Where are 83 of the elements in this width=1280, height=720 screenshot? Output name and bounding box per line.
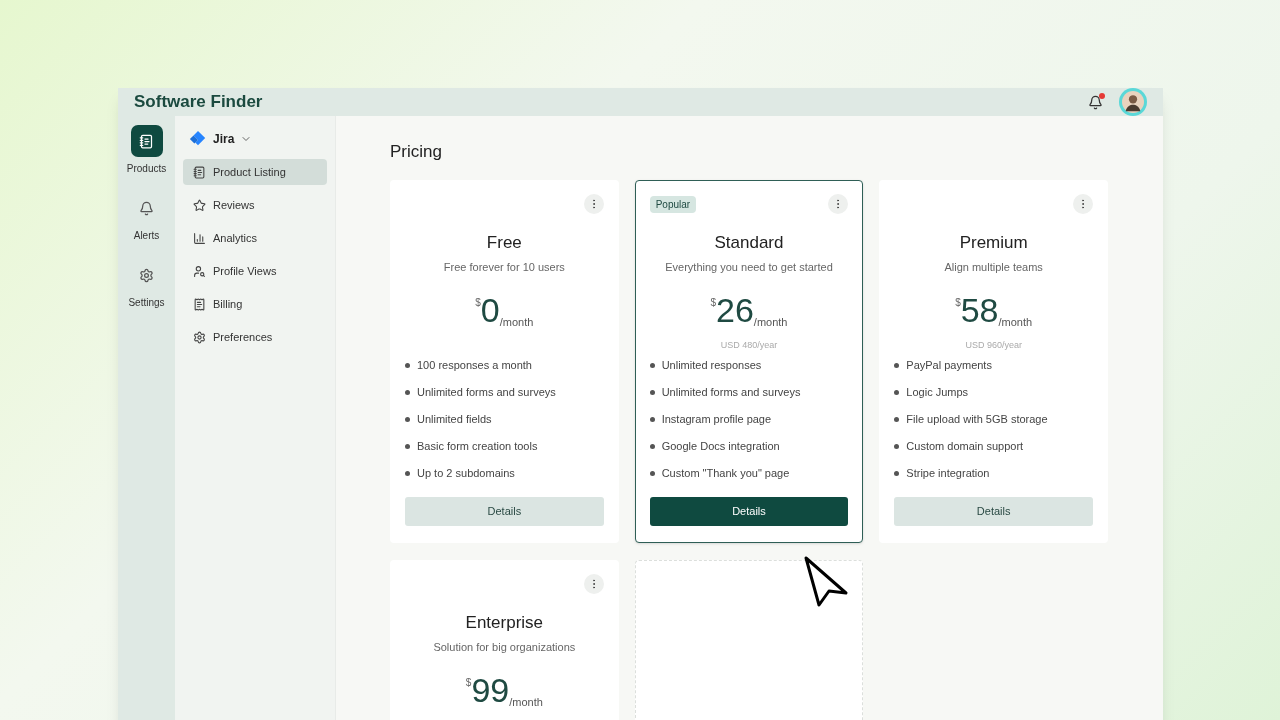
star-icon	[193, 198, 206, 212]
nav-item[interactable]: Reviews	[183, 192, 327, 218]
feature-text: 100 responses a month	[417, 358, 532, 373]
bullet-icon	[405, 416, 410, 422]
currency-symbol: $	[465, 676, 472, 688]
rail-item[interactable]: Settings	[128, 259, 165, 310]
feature-text: Instagram profile page	[661, 412, 772, 427]
feature-text: Custom domain support	[906, 439, 1024, 454]
currency-symbol: $	[955, 296, 961, 308]
feature-text: Up to 2 subdomains	[417, 466, 515, 481]
currency-symbol: $	[710, 296, 717, 308]
details-button[interactable]: Details	[649, 497, 849, 526]
plan-description: Align multiple teams	[944, 259, 1043, 275]
bullet-icon	[894, 443, 900, 449]
bullet-icon	[649, 389, 655, 395]
feature-text: Custom "Thank you" page	[661, 466, 790, 481]
document-icon	[139, 133, 154, 149]
nav-item[interactable]: Preferences	[183, 324, 327, 350]
bullet-icon	[405, 470, 410, 476]
feature-text: Unlimited responses	[661, 358, 762, 373]
bullet-icon	[405, 443, 410, 449]
more-options-button[interactable]	[583, 194, 604, 214]
plan-price: 58	[960, 290, 999, 331]
bullet-icon	[649, 416, 655, 422]
nav-item[interactable]: Analytics	[183, 225, 327, 251]
details-button[interactable]: Details	[894, 497, 1093, 526]
bullet-icon	[894, 470, 900, 476]
feature-text: Unlimited fields	[417, 412, 492, 427]
bar-chart-icon	[193, 231, 206, 245]
price-period: /month	[499, 316, 534, 330]
feature-text: Unlimited forms and surveys	[417, 385, 556, 400]
bullet-icon	[405, 389, 410, 395]
feature-text: File upload with 5GB storage	[906, 412, 1048, 427]
plan-description: Solution for big organizations	[433, 639, 576, 655]
plan-description: Free forever for 10 users	[443, 259, 565, 275]
yearly-price: USD 960/year	[965, 340, 1022, 350]
logo: Software Finder	[134, 91, 263, 114]
bullet-icon	[649, 470, 655, 476]
page-title: Pricing	[390, 141, 443, 163]
feature-text: Google Docs integration	[661, 439, 780, 454]
document-icon	[193, 165, 206, 179]
settings-icon	[193, 330, 206, 344]
bullet-icon	[649, 443, 655, 449]
feature-text: Logic Jumps	[906, 385, 969, 400]
plan-name: Enterprise	[465, 612, 544, 634]
plan-name: Premium	[959, 232, 1028, 254]
plan-description: Everything you need to get started	[665, 259, 833, 275]
bullet-icon	[405, 362, 410, 368]
product-logo-icon	[189, 130, 207, 148]
more-options-button[interactable]	[828, 194, 849, 214]
plan-price: 26	[716, 290, 754, 331]
feature-text: Basic form creation tools	[417, 439, 538, 454]
more-options-button[interactable]	[583, 574, 604, 594]
user-search-icon	[193, 264, 206, 278]
price-period: /month	[753, 316, 788, 330]
user-avatar[interactable]	[1119, 88, 1147, 116]
receipt-icon	[193, 297, 206, 311]
price-period: /month	[998, 316, 1033, 330]
nav-item[interactable]: Billing	[183, 291, 327, 317]
popular-badge: Popular	[649, 195, 697, 213]
nav-item[interactable]: Profile Views	[183, 258, 327, 284]
plan-name: Standard	[714, 232, 784, 254]
notifications-button[interactable]	[1088, 94, 1103, 110]
plan-name: Free	[486, 232, 522, 254]
feature-text: Stripe integration	[906, 466, 990, 481]
bullet-icon	[894, 416, 900, 422]
currency-symbol: $	[475, 296, 481, 308]
nav-item[interactable]: Product Listing	[183, 159, 327, 185]
bell-icon	[139, 200, 154, 216]
plan-price: 99	[471, 670, 510, 711]
rail-item[interactable]: Alerts	[130, 192, 163, 243]
bullet-icon	[649, 362, 655, 368]
feature-text: PayPal payments	[906, 358, 992, 373]
plan-price: 0	[480, 290, 500, 331]
feature-text: Unlimited forms and surveys	[661, 385, 801, 400]
details-button[interactable]: Details	[405, 497, 604, 526]
yearly-price: USD 480/year	[720, 340, 778, 350]
settings-icon	[139, 267, 154, 283]
bullet-icon	[894, 389, 900, 395]
bullet-icon	[894, 362, 900, 368]
price-period: /month	[509, 696, 543, 710]
product-switcher[interactable]: Jira	[189, 128, 253, 150]
more-options-button[interactable]	[1073, 194, 1093, 214]
